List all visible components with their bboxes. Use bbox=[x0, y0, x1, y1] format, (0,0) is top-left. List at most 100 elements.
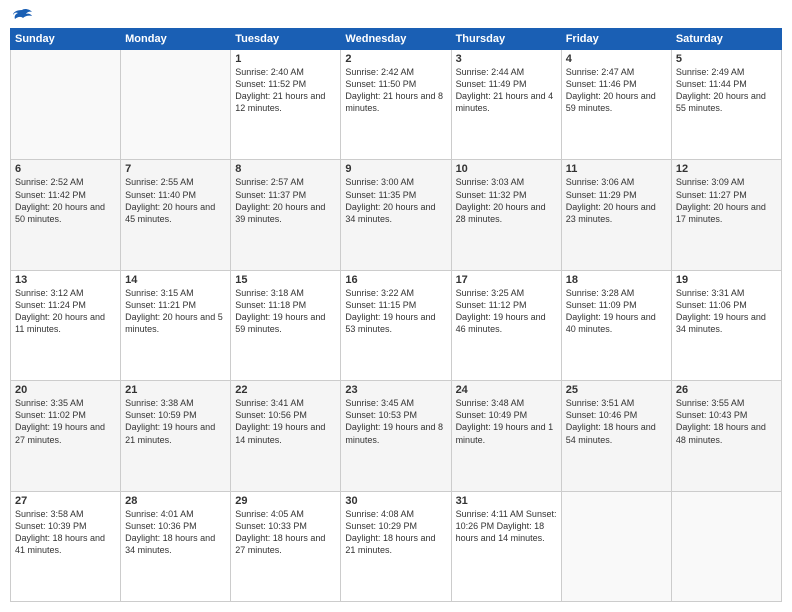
calendar-cell: 12Sunrise: 3:09 AM Sunset: 11:27 PM Dayl… bbox=[671, 160, 781, 270]
day-info: Sunrise: 3:58 AM Sunset: 10:39 PM Daylig… bbox=[15, 508, 116, 557]
day-number: 11 bbox=[566, 163, 667, 175]
day-info: Sunrise: 3:18 AM Sunset: 11:18 PM Daylig… bbox=[235, 287, 336, 336]
calendar-cell: 5Sunrise: 2:49 AM Sunset: 11:44 PM Dayli… bbox=[671, 50, 781, 160]
day-info: Sunrise: 2:44 AM Sunset: 11:49 PM Daylig… bbox=[456, 66, 557, 115]
calendar-week-row: 6Sunrise: 2:52 AM Sunset: 11:42 PM Dayli… bbox=[11, 160, 782, 270]
day-info: Sunrise: 4:11 AM Sunset: 10:26 PM Daylig… bbox=[456, 508, 557, 544]
calendar-cell: 6Sunrise: 2:52 AM Sunset: 11:42 PM Dayli… bbox=[11, 160, 121, 270]
calendar-cell: 8Sunrise: 2:57 AM Sunset: 11:37 PM Dayli… bbox=[231, 160, 341, 270]
calendar-cell: 23Sunrise: 3:45 AM Sunset: 10:53 PM Dayl… bbox=[341, 381, 451, 491]
day-info: Sunrise: 3:03 AM Sunset: 11:32 PM Daylig… bbox=[456, 176, 557, 225]
weekday-header: Saturday bbox=[671, 29, 781, 50]
calendar-table: SundayMondayTuesdayWednesdayThursdayFrid… bbox=[10, 28, 782, 602]
calendar-cell: 28Sunrise: 4:01 AM Sunset: 10:36 PM Dayl… bbox=[121, 491, 231, 601]
calendar-cell: 16Sunrise: 3:22 AM Sunset: 11:15 PM Dayl… bbox=[341, 270, 451, 380]
calendar-cell: 7Sunrise: 2:55 AM Sunset: 11:40 PM Dayli… bbox=[121, 160, 231, 270]
calendar-cell: 10Sunrise: 3:03 AM Sunset: 11:32 PM Dayl… bbox=[451, 160, 561, 270]
day-number: 2 bbox=[345, 53, 446, 65]
page: SundayMondayTuesdayWednesdayThursdayFrid… bbox=[0, 0, 792, 612]
day-number: 14 bbox=[125, 274, 226, 286]
weekday-header: Thursday bbox=[451, 29, 561, 50]
day-info: Sunrise: 3:00 AM Sunset: 11:35 PM Daylig… bbox=[345, 176, 446, 225]
day-number: 17 bbox=[456, 274, 557, 286]
calendar-cell: 13Sunrise: 3:12 AM Sunset: 11:24 PM Dayl… bbox=[11, 270, 121, 380]
calendar-cell: 4Sunrise: 2:47 AM Sunset: 11:46 PM Dayli… bbox=[561, 50, 671, 160]
day-info: Sunrise: 3:06 AM Sunset: 11:29 PM Daylig… bbox=[566, 176, 667, 225]
logo-bird-icon bbox=[12, 8, 34, 26]
day-number: 20 bbox=[15, 384, 116, 396]
day-info: Sunrise: 3:25 AM Sunset: 11:12 PM Daylig… bbox=[456, 287, 557, 336]
calendar-cell: 29Sunrise: 4:05 AM Sunset: 10:33 PM Dayl… bbox=[231, 491, 341, 601]
day-info: Sunrise: 3:51 AM Sunset: 10:46 PM Daylig… bbox=[566, 397, 667, 446]
calendar-cell: 20Sunrise: 3:35 AM Sunset: 11:02 PM Dayl… bbox=[11, 381, 121, 491]
calendar-cell: 24Sunrise: 3:48 AM Sunset: 10:49 PM Dayl… bbox=[451, 381, 561, 491]
weekday-header: Monday bbox=[121, 29, 231, 50]
day-info: Sunrise: 2:47 AM Sunset: 11:46 PM Daylig… bbox=[566, 66, 667, 115]
day-info: Sunrise: 3:48 AM Sunset: 10:49 PM Daylig… bbox=[456, 397, 557, 446]
day-number: 18 bbox=[566, 274, 667, 286]
calendar-week-row: 20Sunrise: 3:35 AM Sunset: 11:02 PM Dayl… bbox=[11, 381, 782, 491]
calendar-cell bbox=[11, 50, 121, 160]
day-number: 21 bbox=[125, 384, 226, 396]
day-info: Sunrise: 2:57 AM Sunset: 11:37 PM Daylig… bbox=[235, 176, 336, 225]
day-number: 10 bbox=[456, 163, 557, 175]
day-number: 6 bbox=[15, 163, 116, 175]
day-number: 8 bbox=[235, 163, 336, 175]
calendar-week-row: 1Sunrise: 2:40 AM Sunset: 11:52 PM Dayli… bbox=[11, 50, 782, 160]
day-number: 22 bbox=[235, 384, 336, 396]
calendar-cell: 2Sunrise: 2:42 AM Sunset: 11:50 PM Dayli… bbox=[341, 50, 451, 160]
calendar-cell: 14Sunrise: 3:15 AM Sunset: 11:21 PM Dayl… bbox=[121, 270, 231, 380]
day-number: 1 bbox=[235, 53, 336, 65]
day-info: Sunrise: 2:42 AM Sunset: 11:50 PM Daylig… bbox=[345, 66, 446, 115]
day-info: Sunrise: 3:41 AM Sunset: 10:56 PM Daylig… bbox=[235, 397, 336, 446]
day-number: 13 bbox=[15, 274, 116, 286]
weekday-header: Tuesday bbox=[231, 29, 341, 50]
calendar-cell: 27Sunrise: 3:58 AM Sunset: 10:39 PM Dayl… bbox=[11, 491, 121, 601]
calendar-cell: 31Sunrise: 4:11 AM Sunset: 10:26 PM Dayl… bbox=[451, 491, 561, 601]
day-number: 28 bbox=[125, 495, 226, 507]
calendar-cell: 17Sunrise: 3:25 AM Sunset: 11:12 PM Dayl… bbox=[451, 270, 561, 380]
weekday-header-row: SundayMondayTuesdayWednesdayThursdayFrid… bbox=[11, 29, 782, 50]
day-info: Sunrise: 2:49 AM Sunset: 11:44 PM Daylig… bbox=[676, 66, 777, 115]
day-info: Sunrise: 2:52 AM Sunset: 11:42 PM Daylig… bbox=[15, 176, 116, 225]
day-info: Sunrise: 4:01 AM Sunset: 10:36 PM Daylig… bbox=[125, 508, 226, 557]
calendar-cell: 1Sunrise: 2:40 AM Sunset: 11:52 PM Dayli… bbox=[231, 50, 341, 160]
day-number: 30 bbox=[345, 495, 446, 507]
calendar-cell bbox=[121, 50, 231, 160]
calendar-cell: 19Sunrise: 3:31 AM Sunset: 11:06 PM Dayl… bbox=[671, 270, 781, 380]
calendar-cell: 21Sunrise: 3:38 AM Sunset: 10:59 PM Dayl… bbox=[121, 381, 231, 491]
day-number: 23 bbox=[345, 384, 446, 396]
calendar-cell: 11Sunrise: 3:06 AM Sunset: 11:29 PM Dayl… bbox=[561, 160, 671, 270]
weekday-header: Friday bbox=[561, 29, 671, 50]
logo bbox=[10, 10, 34, 22]
day-number: 4 bbox=[566, 53, 667, 65]
weekday-header: Wednesday bbox=[341, 29, 451, 50]
day-number: 29 bbox=[235, 495, 336, 507]
day-info: Sunrise: 3:35 AM Sunset: 11:02 PM Daylig… bbox=[15, 397, 116, 446]
day-number: 26 bbox=[676, 384, 777, 396]
day-number: 7 bbox=[125, 163, 226, 175]
calendar-week-row: 13Sunrise: 3:12 AM Sunset: 11:24 PM Dayl… bbox=[11, 270, 782, 380]
calendar-cell: 25Sunrise: 3:51 AM Sunset: 10:46 PM Dayl… bbox=[561, 381, 671, 491]
weekday-header: Sunday bbox=[11, 29, 121, 50]
day-info: Sunrise: 3:28 AM Sunset: 11:09 PM Daylig… bbox=[566, 287, 667, 336]
day-info: Sunrise: 3:55 AM Sunset: 10:43 PM Daylig… bbox=[676, 397, 777, 446]
calendar-cell: 3Sunrise: 2:44 AM Sunset: 11:49 PM Dayli… bbox=[451, 50, 561, 160]
calendar-cell: 9Sunrise: 3:00 AM Sunset: 11:35 PM Dayli… bbox=[341, 160, 451, 270]
day-info: Sunrise: 3:09 AM Sunset: 11:27 PM Daylig… bbox=[676, 176, 777, 225]
day-number: 5 bbox=[676, 53, 777, 65]
day-info: Sunrise: 4:08 AM Sunset: 10:29 PM Daylig… bbox=[345, 508, 446, 557]
day-info: Sunrise: 3:12 AM Sunset: 11:24 PM Daylig… bbox=[15, 287, 116, 336]
day-info: Sunrise: 3:38 AM Sunset: 10:59 PM Daylig… bbox=[125, 397, 226, 446]
day-info: Sunrise: 2:55 AM Sunset: 11:40 PM Daylig… bbox=[125, 176, 226, 225]
day-number: 12 bbox=[676, 163, 777, 175]
calendar-cell bbox=[671, 491, 781, 601]
calendar-cell: 18Sunrise: 3:28 AM Sunset: 11:09 PM Dayl… bbox=[561, 270, 671, 380]
calendar-cell: 15Sunrise: 3:18 AM Sunset: 11:18 PM Dayl… bbox=[231, 270, 341, 380]
day-number: 19 bbox=[676, 274, 777, 286]
day-info: Sunrise: 3:31 AM Sunset: 11:06 PM Daylig… bbox=[676, 287, 777, 336]
calendar-cell bbox=[561, 491, 671, 601]
day-number: 25 bbox=[566, 384, 667, 396]
day-info: Sunrise: 3:45 AM Sunset: 10:53 PM Daylig… bbox=[345, 397, 446, 446]
day-number: 3 bbox=[456, 53, 557, 65]
